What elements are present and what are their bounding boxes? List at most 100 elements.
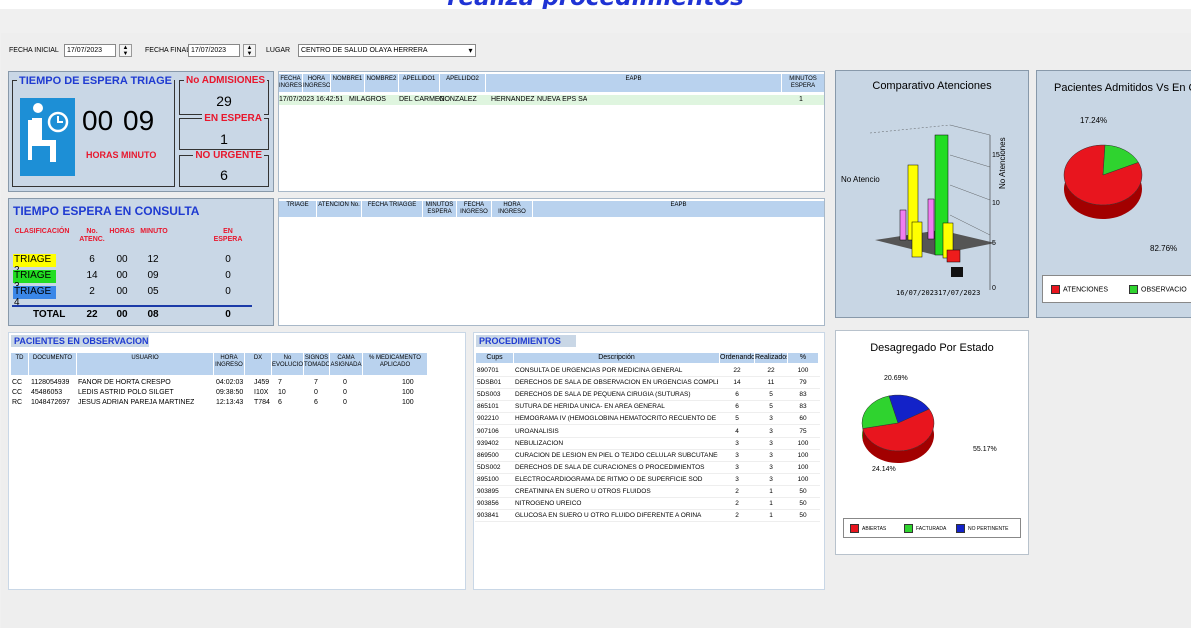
consulta-cell: 14 — [86, 270, 98, 281]
chevron-down-icon[interactable]: ▾ — [465, 45, 476, 56]
no-admisiones-label: No ADMISIONES — [184, 75, 268, 86]
column-header[interactable]: % — [788, 353, 818, 363]
consulta-column-header: CLASIFICACIÓN — [14, 228, 70, 235]
cups-cell: 5DS003 — [477, 391, 501, 399]
descripcion-cell: HEMOGRAMA IV (HEMOGLOBINA HEMATOCRITO RE… — [515, 415, 718, 423]
column-header[interactable]: FECHA TRIAGGE — [362, 201, 422, 217]
fecha-inicial-spinner[interactable]: ▲ ▼ — [119, 44, 132, 57]
fecha-final-spinner[interactable]: ▲ ▼ — [243, 44, 256, 57]
ordenando-cell: 3 — [735, 439, 739, 447]
bar-black — [951, 267, 963, 277]
comparativo-x-label: 16/07/202317/07/2023 — [896, 289, 981, 297]
table-cell: 100 — [402, 379, 414, 386]
column-header[interactable]: MINUTOS ESPERA — [423, 201, 456, 217]
column-header[interactable]: FECHA INGRESO — [279, 74, 302, 92]
realizados-cell: 3 — [769, 475, 773, 483]
fecha-final-label: FECHA FINAL — [145, 47, 191, 54]
no-admisiones-box: No ADMISIONES 29 — [179, 75, 269, 115]
wait-minutes-label: MINUTO — [121, 150, 157, 160]
percent-cell: 100 — [797, 475, 809, 483]
column-header[interactable]: HORA INGRESO — [303, 74, 330, 92]
column-header[interactable]: APELLIDO1 — [399, 74, 439, 92]
column-header[interactable]: HORA INGRESO — [214, 353, 244, 375]
table-cell: J459 — [254, 379, 270, 386]
column-header[interactable]: CAMA ASIGNADA — [330, 353, 362, 375]
table-row[interactable]: 17/07/2023 16:42:51 MILAGROS DEL CARMEN GONZ… — [279, 95, 824, 105]
realizados-cell: 1 — [769, 512, 773, 520]
lugar-select[interactable]: CENTRO DE SALUD OLAYA HERRERA — [298, 44, 476, 57]
table-cell: 45486053 — [31, 389, 63, 396]
percent-cell: 100 — [797, 451, 809, 459]
column-header[interactable]: % MEDICAMENTO APLICADO — [363, 353, 427, 375]
table-cell: DEL CARMEN — [399, 96, 445, 103]
column-header[interactable]: No EVOLUCION — [272, 353, 303, 375]
column-header[interactable]: MINUTOS ESPERA — [782, 74, 824, 92]
ordenando-cell: 14 — [733, 379, 741, 387]
column-header[interactable]: APELLIDO2 — [440, 74, 485, 92]
table-cell: 10 — [278, 389, 286, 396]
bar-magenta-1 — [899, 209, 907, 241]
consulta-column-header: HORAS — [109, 228, 135, 235]
cups-cell: 903856 — [477, 500, 499, 508]
descripcion-cell: GLUCOSA EN SUERO U OTRO FLUIDO DIFERENTE… — [515, 512, 702, 520]
ordenando-cell: 2 — [735, 488, 739, 495]
table-cell: RC — [12, 399, 23, 406]
descripcion-cell: UROANALISIS — [515, 427, 559, 435]
consulta-column-header: MINUTO — [140, 228, 168, 235]
column-header[interactable]: HORA INGRESO — [492, 201, 532, 217]
estado-pct-3: 55.17% — [973, 446, 997, 453]
estado-pct-1: 20.69% — [884, 375, 908, 382]
admitidos-legend: ATENCIONES OBSERVACIO — [1042, 275, 1191, 303]
procedimientos-title: PROCEDIMIENTOS — [476, 335, 576, 347]
total-divider — [12, 305, 252, 307]
column-header[interactable]: Ordenando — [720, 353, 754, 363]
table-cell: 17/07/2023 — [279, 96, 315, 103]
fecha-final-field[interactable]: 17/07/2023 — [188, 44, 240, 57]
triage-list-table[interactable] — [278, 198, 825, 326]
legend-item-observacion: OBSERVACIO — [1129, 285, 1187, 294]
column-header[interactable]: NOMBRE1 — [331, 74, 364, 92]
legend-observacion-label: OBSERVACIO — [1141, 286, 1187, 294]
percent-cell: 60 — [799, 415, 807, 423]
consulta-cell: 00 — [116, 286, 128, 297]
column-header[interactable]: TD — [11, 353, 28, 375]
column-header[interactable]: USUARIO — [77, 353, 213, 375]
percent-cell: 83 — [799, 403, 807, 411]
estado-pct-2: 24.14% — [872, 466, 896, 473]
column-header[interactable]: EAPB — [533, 201, 824, 217]
column-header[interactable]: Descripción — [514, 353, 719, 363]
descripcion-cell: DERECHOS DE SALA DE OBSERVACION EN URGEN… — [515, 379, 718, 387]
percent-cell: 100 — [797, 439, 809, 447]
column-header[interactable]: Realizados — [755, 353, 787, 363]
table-cell: 0 — [343, 379, 347, 386]
realizados-cell: 5 — [769, 391, 773, 399]
ordenando-cell: 2 — [735, 512, 739, 520]
column-header[interactable]: DX — [245, 353, 271, 375]
descripcion-cell: SUTURA DE HERIDA UNICA- EN AREA GENERAL — [515, 403, 665, 411]
cups-cell: 865101 — [477, 403, 499, 411]
percent-cell: 100 — [797, 463, 809, 471]
column-header[interactable]: FECHA INGRESO — [457, 201, 491, 217]
column-header[interactable]: NOMBRE2 — [365, 74, 398, 92]
percent-cell: 83 — [799, 391, 807, 399]
ordenando-cell: 4 — [735, 427, 739, 435]
table-cell: HERNANDEZ — [491, 96, 535, 103]
fecha-inicial-field[interactable]: 17/07/2023 — [64, 44, 116, 57]
column-header[interactable]: Cups — [476, 353, 513, 363]
total-cell: 00 — [116, 309, 128, 320]
descripcion-cell: CURACION DE LESION EN PIEL O TEJIDO CELU… — [515, 451, 718, 459]
column-header[interactable]: TRIAGE — [279, 201, 316, 217]
triage-class-label: TRIAGE 3 — [13, 270, 56, 292]
realizados-cell: 3 — [769, 451, 773, 459]
legend-item-abiertas: ABIERTAS — [850, 524, 886, 533]
table-cell: FANOR DE HORTA CRESPO — [78, 379, 171, 386]
ordenando-cell: 3 — [735, 475, 739, 483]
column-header[interactable]: EAPB — [486, 74, 781, 92]
column-header[interactable]: SIGNOS TOMADOS — [304, 353, 329, 375]
descripcion-cell: DERECHOS DE SALA DE CURACIONES O PROCEDI… — [515, 463, 705, 471]
column-header[interactable]: ATENCIÓN No. — [317, 201, 361, 217]
table-cell: MILAGROS — [349, 96, 386, 103]
bar-magenta-2 — [927, 198, 935, 240]
table-cell: 6 — [278, 399, 282, 406]
column-header[interactable]: DOCUMENTO — [29, 353, 76, 375]
